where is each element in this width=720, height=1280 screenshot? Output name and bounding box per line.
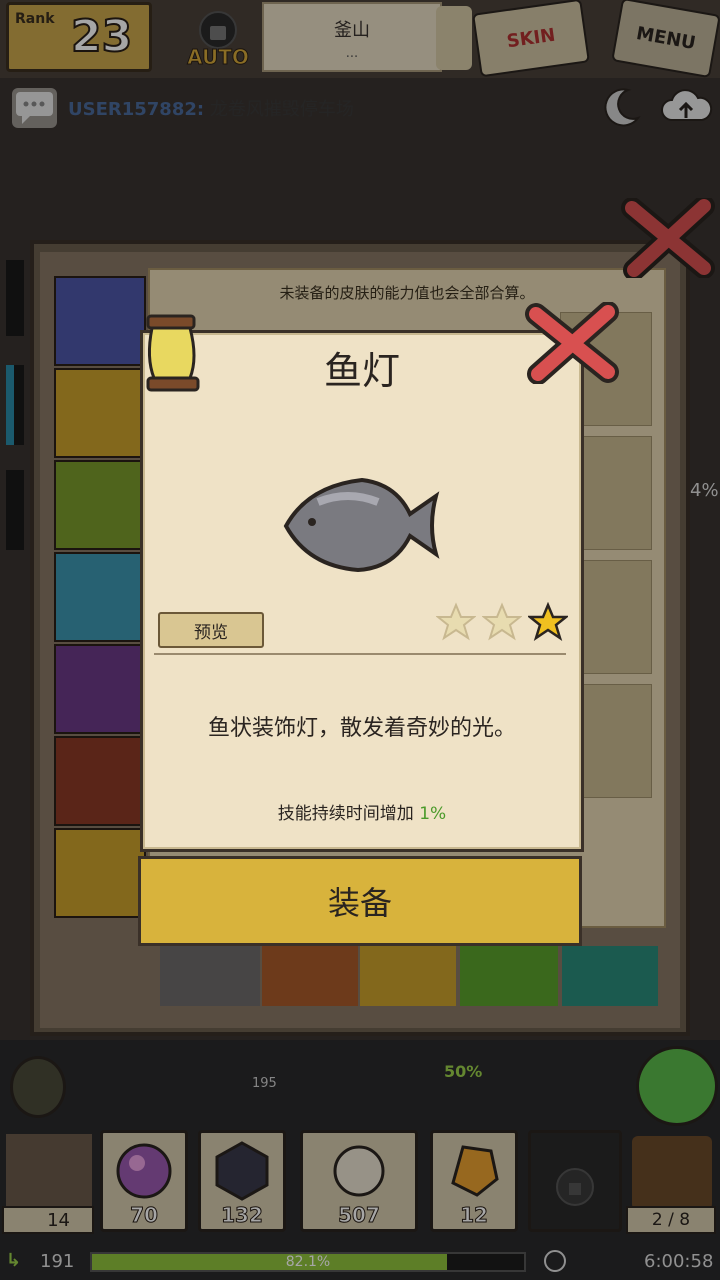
amber-icon <box>451 1145 499 1197</box>
auto-label: AUTO <box>187 45 249 69</box>
slot-progress: 2 / 8 <box>626 1206 716 1234</box>
effect-text: 技能持续时间增加 <box>277 804 414 824</box>
skin-slot[interactable] <box>262 946 358 1006</box>
location-name: 釜山 <box>334 20 370 41</box>
xp-percent: 82.1% <box>285 1254 331 1270</box>
close-icon[interactable] <box>618 195 718 281</box>
star-filled-icon <box>528 602 568 641</box>
chat-icon[interactable] <box>12 88 57 128</box>
count-label: 195 <box>252 1076 277 1091</box>
effect-value: 1% <box>419 804 447 824</box>
resource-value: 507 <box>338 1203 381 1228</box>
category-outfit[interactable] <box>54 552 146 642</box>
chat-user: USER157882: <box>68 99 205 120</box>
menu-label: MENU <box>634 22 698 54</box>
level-icon: ↳ <box>6 1250 22 1271</box>
resource-value: 12 <box>460 1203 489 1228</box>
preview-label: 预览 <box>194 622 228 643</box>
lock-icon: AUTO <box>187 11 249 70</box>
lock-icon <box>556 1168 594 1206</box>
scroll-icon[interactable] <box>436 6 472 70</box>
lamp-count: 14 <box>47 1209 70 1231</box>
shell-icon <box>333 1145 385 1197</box>
star-empty-icon <box>436 602 476 641</box>
skin-hint: 未装备的皮肤的能力值也会全部合算。 <box>279 284 535 302</box>
side-tab[interactable] <box>6 260 24 336</box>
boost-label: 50% <box>444 1062 483 1081</box>
fish-lamp-image <box>278 462 440 584</box>
skin-detail-modal <box>140 330 584 852</box>
xp-bar: 82.1% <box>90 1252 526 1272</box>
category-boat[interactable] <box>54 644 146 734</box>
resource-value: 70 <box>130 1203 159 1228</box>
location-banner[interactable]: 釜山 ... <box>262 2 442 72</box>
orb-icon <box>116 1143 172 1199</box>
chat-text: 龙卷风摧毁停车场 <box>209 99 354 120</box>
skin-slot[interactable] <box>562 946 658 1006</box>
side-tab[interactable] <box>6 365 24 445</box>
category-lamp[interactable] <box>54 828 146 918</box>
resource-shell[interactable]: 507 <box>300 1130 418 1232</box>
equip-label: 装备 <box>327 884 392 922</box>
skin-label: SKIN <box>505 24 557 52</box>
preview-button[interactable]: 预览 <box>158 612 264 648</box>
web-icon <box>215 1141 269 1201</box>
level-value: 191 <box>40 1251 75 1272</box>
lamp-slot-icon[interactable] <box>6 1134 92 1210</box>
resource-orb[interactable]: 70 <box>100 1130 188 1232</box>
side-tab[interactable] <box>6 470 24 550</box>
location-sub: ... <box>345 46 359 61</box>
modal-divider <box>154 653 566 655</box>
item-description: 鱼状装饰灯，散发着奇妙的光。 <box>207 716 516 741</box>
chat-message-line: USER157882: 龙卷风摧毁停车场 <box>68 95 354 121</box>
refresh-icon[interactable] <box>636 1046 718 1126</box>
side-percent: 4% <box>690 480 719 501</box>
bag-icon[interactable] <box>632 1136 712 1210</box>
lamp-counter: 14 <box>2 1206 94 1234</box>
modal-close-icon[interactable] <box>524 301 620 385</box>
star-empty-icon <box>482 602 522 641</box>
item-effect: 技能持续时间增加 1% <box>140 799 584 824</box>
equip-button[interactable]: 装备 <box>138 856 582 946</box>
category-hair[interactable] <box>54 460 146 550</box>
cloud-upload-icon[interactable] <box>658 84 714 130</box>
night-mode-icon[interactable] <box>598 84 644 130</box>
compass-icon[interactable] <box>10 1056 66 1118</box>
rank-value: 23 <box>70 10 133 63</box>
category-bag[interactable] <box>54 736 146 826</box>
skin-slot[interactable] <box>360 946 456 1006</box>
slot-progress-value: 2 / 8 <box>651 1210 691 1230</box>
auto-button[interactable]: AUTO <box>176 8 260 70</box>
clock-icon <box>544 1250 566 1272</box>
timer: 6:00:58 <box>644 1251 714 1272</box>
resource-web[interactable]: 132 <box>198 1130 286 1232</box>
locked-slot[interactable] <box>528 1130 622 1232</box>
rank-badge[interactable]: Rank 23 <box>6 2 152 72</box>
modal-title: 鱼灯 <box>323 349 400 393</box>
resource-amber[interactable]: 12 <box>430 1130 518 1232</box>
skin-slot[interactable] <box>160 946 260 1006</box>
skin-slot[interactable] <box>460 946 558 1006</box>
resource-value: 132 <box>221 1203 264 1228</box>
rank-label: Rank <box>15 11 55 27</box>
